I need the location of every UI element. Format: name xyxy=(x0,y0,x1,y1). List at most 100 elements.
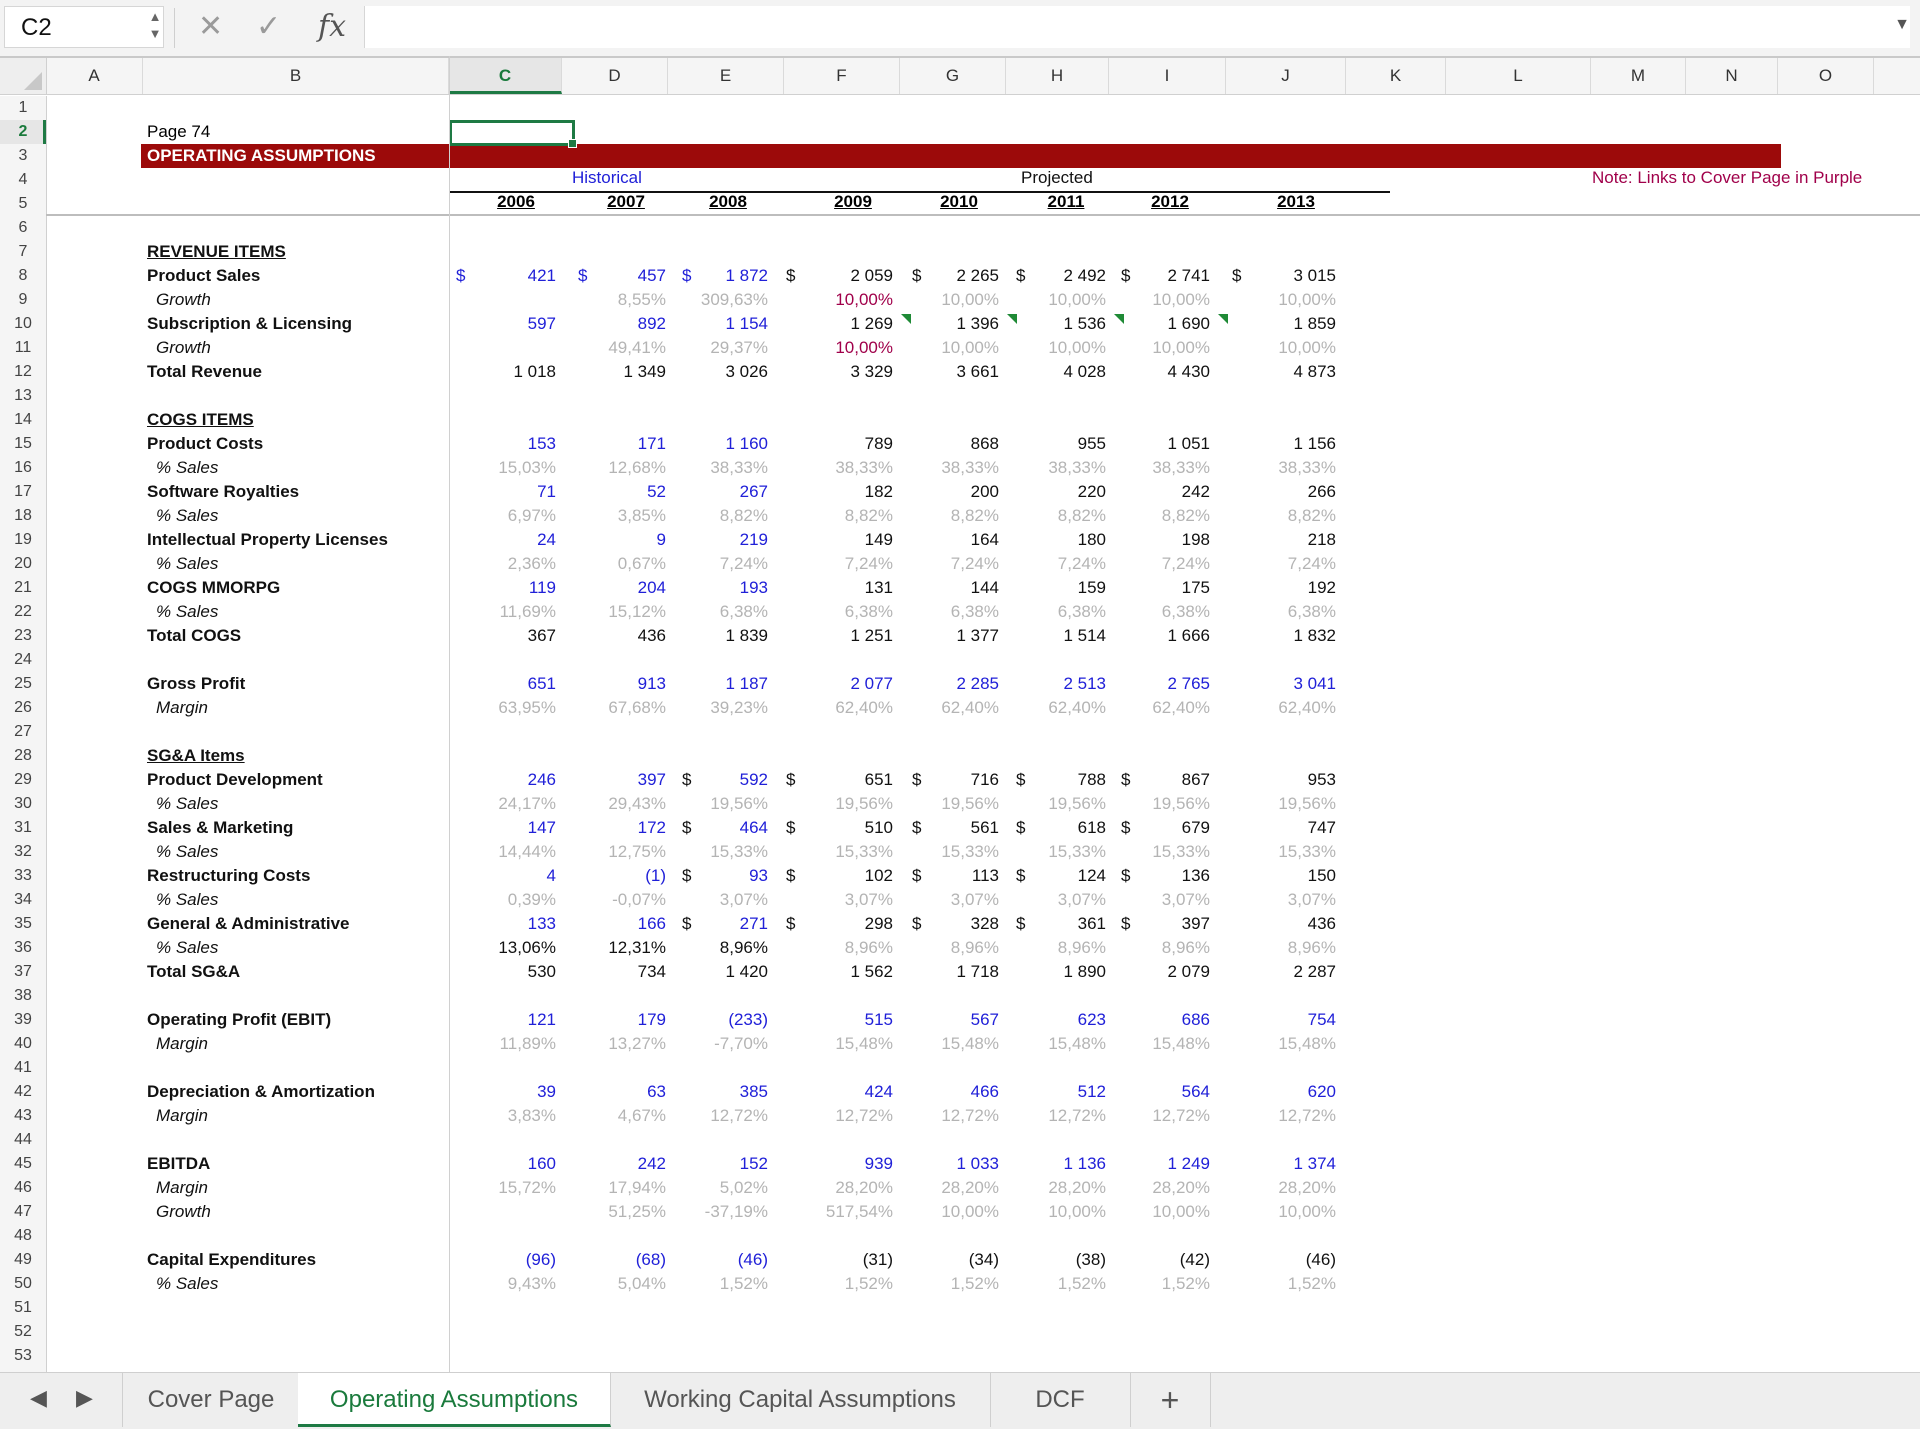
value-cell[interactable]: 5,04% xyxy=(586,1272,666,1296)
value-cell[interactable]: 651 xyxy=(476,672,556,696)
row-label[interactable]: Growth xyxy=(156,288,211,312)
row-header-15[interactable]: 15 xyxy=(0,432,46,456)
value-cell[interactable]: 67,68% xyxy=(586,696,666,720)
value-cell[interactable]: 38,33% xyxy=(1130,456,1210,480)
value-cell[interactable]: 12,72% xyxy=(1256,1104,1336,1128)
row-label[interactable]: Software Royalties xyxy=(147,480,299,504)
row-label[interactable]: % Sales xyxy=(156,456,218,480)
value-cell[interactable]: 1 690 xyxy=(1130,312,1210,336)
value-cell[interactable]: 868 xyxy=(919,432,999,456)
row-header-20[interactable]: 20 xyxy=(0,552,46,576)
value-cell[interactable]: 309,63% xyxy=(688,288,768,312)
value-cell[interactable]: 3,07% xyxy=(813,888,893,912)
value-cell[interactable]: 28,20% xyxy=(919,1176,999,1200)
row-label[interactable]: Sales & Marketing xyxy=(147,816,293,840)
value-cell[interactable]: 1 420 xyxy=(688,960,768,984)
value-cell[interactable]: 38,33% xyxy=(919,456,999,480)
value-cell[interactable]: 1 033 xyxy=(919,1152,999,1176)
value-cell[interactable]: 6,38% xyxy=(919,600,999,624)
value-cell[interactable]: 1,52% xyxy=(688,1272,768,1296)
row-header-33[interactable]: 33 xyxy=(0,864,46,888)
value-cell[interactable]: 8,96% xyxy=(813,936,893,960)
value-cell[interactable]: (34) xyxy=(919,1248,999,1272)
row-header-22[interactable]: 22 xyxy=(0,600,46,624)
row-header-14[interactable]: 14 xyxy=(0,408,46,432)
value-cell[interactable]: 3 041 xyxy=(1256,672,1336,696)
row-header-50[interactable]: 50 xyxy=(0,1272,46,1296)
row-label[interactable]: % Sales xyxy=(156,1272,218,1296)
value-cell[interactable]: 7,24% xyxy=(688,552,768,576)
value-cell[interactable]: 62,40% xyxy=(1256,696,1336,720)
row-label[interactable]: % Sales xyxy=(156,792,218,816)
column-header-c[interactable]: C xyxy=(449,58,562,94)
row-label[interactable]: Total Revenue xyxy=(147,360,262,384)
value-cell[interactable]: 7,24% xyxy=(813,552,893,576)
value-cell[interactable]: 271 xyxy=(688,912,768,936)
value-cell[interactable]: 19,56% xyxy=(688,792,768,816)
value-cell[interactable]: 147 xyxy=(476,816,556,840)
value-cell[interactable]: 1,52% xyxy=(813,1272,893,1296)
value-cell[interactable]: 1 269 xyxy=(813,312,893,336)
value-cell[interactable]: 51,25% xyxy=(586,1200,666,1224)
row-header-44[interactable]: 44 xyxy=(0,1128,46,1152)
value-cell[interactable]: 10,00% xyxy=(1026,336,1106,360)
value-cell[interactable]: 10,00% xyxy=(919,288,999,312)
column-header-l[interactable]: L xyxy=(1446,58,1591,94)
row-label[interactable]: Product Sales xyxy=(147,264,260,288)
value-cell[interactable]: 1 872 xyxy=(688,264,768,288)
value-cell[interactable]: 164 xyxy=(919,528,999,552)
value-cell[interactable]: 12,72% xyxy=(1026,1104,1106,1128)
value-cell[interactable]: 2 765 xyxy=(1130,672,1210,696)
row-header-53[interactable]: 53 xyxy=(0,1344,46,1368)
value-cell[interactable]: 4 028 xyxy=(1026,360,1106,384)
value-cell[interactable]: 149 xyxy=(813,528,893,552)
value-cell[interactable]: 8,82% xyxy=(1256,504,1336,528)
value-cell[interactable]: 436 xyxy=(586,624,666,648)
value-cell[interactable]: 328 xyxy=(919,912,999,936)
value-cell[interactable]: 204 xyxy=(586,576,666,600)
value-cell[interactable]: 198 xyxy=(1130,528,1210,552)
row-header-30[interactable]: 30 xyxy=(0,792,46,816)
row-header-31[interactable]: 31 xyxy=(0,816,46,840)
selected-cell-c2[interactable] xyxy=(449,120,577,148)
value-cell[interactable]: 1 018 xyxy=(476,360,556,384)
row-label[interactable]: SG&A Items xyxy=(147,744,245,768)
value-cell[interactable]: 12,31% xyxy=(586,936,666,960)
value-cell[interactable]: 131 xyxy=(813,576,893,600)
function-icon[interactable]: fx xyxy=(318,6,346,48)
column-header-m[interactable]: M xyxy=(1591,58,1686,94)
value-cell[interactable]: 597 xyxy=(476,312,556,336)
column-header-k[interactable]: K xyxy=(1346,58,1446,94)
value-cell[interactable]: 15,33% xyxy=(1256,840,1336,864)
value-cell[interactable]: 1 374 xyxy=(1256,1152,1336,1176)
column-header-n[interactable]: N xyxy=(1686,58,1778,94)
value-cell[interactable]: 29,37% xyxy=(688,336,768,360)
value-cell[interactable]: 10,00% xyxy=(1130,288,1210,312)
value-cell[interactable]: (31) xyxy=(813,1248,893,1272)
value-cell[interactable]: 2 285 xyxy=(919,672,999,696)
row-header-16[interactable]: 16 xyxy=(0,456,46,480)
value-cell[interactable]: 11,89% xyxy=(476,1032,556,1056)
row-label[interactable]: Total SG&A xyxy=(147,960,240,984)
tab-operating-assumptions[interactable]: Operating Assumptions xyxy=(298,1373,611,1427)
value-cell[interactable]: 1 666 xyxy=(1130,624,1210,648)
value-cell[interactable]: 3 661 xyxy=(919,360,999,384)
row-label[interactable]: Margin xyxy=(156,1032,208,1056)
row-header-17[interactable]: 17 xyxy=(0,480,46,504)
value-cell[interactable]: 6,38% xyxy=(688,600,768,624)
value-cell[interactable]: 119 xyxy=(476,576,556,600)
value-cell[interactable]: 3,07% xyxy=(919,888,999,912)
value-cell[interactable]: 39,23% xyxy=(688,696,768,720)
value-cell[interactable]: 15,12% xyxy=(586,600,666,624)
value-cell[interactable]: 179 xyxy=(586,1008,666,1032)
value-cell[interactable]: 39 xyxy=(476,1080,556,1104)
row-header-6[interactable]: 6 xyxy=(0,216,46,240)
value-cell[interactable]: 5,02% xyxy=(688,1176,768,1200)
tab-cover-page[interactable]: Cover Page xyxy=(122,1373,300,1427)
value-cell[interactable]: 620 xyxy=(1256,1080,1336,1104)
column-header-o[interactable]: O xyxy=(1778,58,1874,94)
row-header-49[interactable]: 49 xyxy=(0,1248,46,1272)
value-cell[interactable]: 1 890 xyxy=(1026,960,1106,984)
row-header-18[interactable]: 18 xyxy=(0,504,46,528)
row-header-41[interactable]: 41 xyxy=(0,1056,46,1080)
